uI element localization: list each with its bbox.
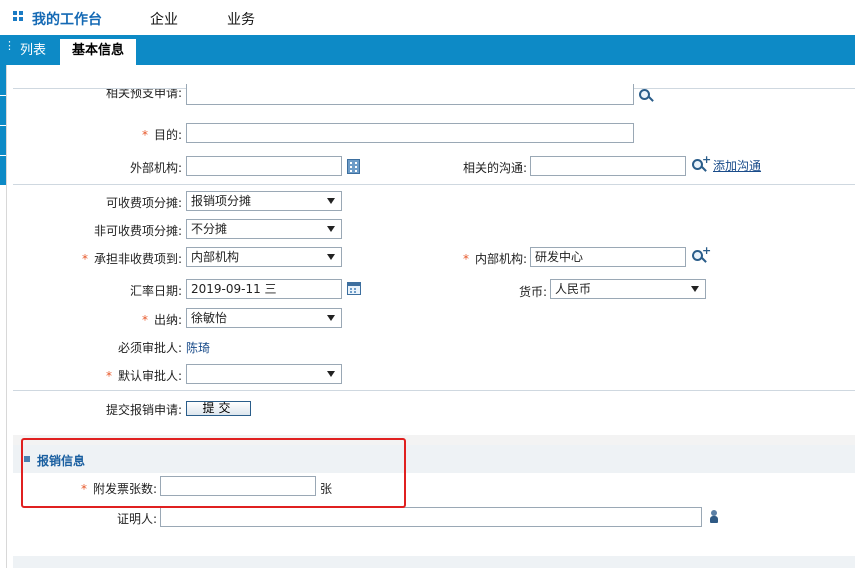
witness-label: 证明人: (116, 512, 157, 526)
chevron-down-icon (327, 315, 335, 321)
chevron-down-icon (327, 226, 335, 232)
default-approver-label: * 默认审批人: (105, 369, 182, 383)
chevron-down-icon (327, 371, 335, 377)
person-icon[interactable] (710, 510, 718, 524)
tab-list[interactable]: 列表 (8, 39, 58, 65)
chargeable-split-select[interactable]: 报销项分摊 (186, 191, 342, 211)
divider (6, 65, 7, 568)
tab-basic-info[interactable]: 基本信息 (60, 39, 137, 65)
external-org-input[interactable] (186, 156, 342, 176)
budget-request-label: 相关预支申请: (105, 89, 182, 99)
bear-nonchargeable-select[interactable]: 内部机构 (186, 247, 342, 267)
menu-enterprise[interactable]: 企业 (150, 9, 178, 29)
cashier-select[interactable]: 徐敏怡 (186, 308, 342, 328)
internal-org-label: * 内部机构: (462, 252, 527, 266)
required-approver-label: 必须审批人: (117, 341, 182, 355)
search-icon[interactable] (638, 88, 656, 104)
highlight-box (21, 438, 406, 508)
external-org-label: 外部机构: (129, 161, 182, 175)
building-icon[interactable] (347, 159, 360, 174)
submit-label: 提交报销申请: (105, 403, 182, 417)
grid-icon (13, 11, 23, 21)
nonchargeable-split-label: 非可收费项分摊: (93, 224, 182, 238)
divider (13, 184, 855, 185)
search-add-icon[interactable]: + (691, 153, 711, 174)
bear-nonchargeable-label: * 承担非收费项到: (81, 252, 182, 266)
chargeable-split-label: 可收费项分摊: (105, 196, 182, 210)
calendar-icon[interactable] (347, 282, 361, 295)
required-approver-value[interactable]: 陈琦 (186, 339, 210, 356)
cashier-label: * 出纳: (141, 313, 182, 327)
currency-label: 货币: (518, 285, 547, 299)
menu-my-workbench[interactable]: 我的工作台 (32, 9, 102, 29)
witness-input[interactable] (160, 507, 702, 527)
related-comm-input[interactable] (530, 156, 686, 176)
chevron-down-icon (327, 198, 335, 204)
divider (13, 390, 855, 391)
footer-band (13, 556, 855, 568)
budget-request-input[interactable] (186, 84, 634, 105)
rate-date-input[interactable]: 2019-09-11 三 (186, 279, 342, 299)
rate-date-label: 汇率日期: (129, 284, 182, 298)
top-menu-bar: 我的工作台 企业 业务 (0, 0, 855, 35)
purpose-input[interactable] (186, 123, 634, 143)
purpose-label: * 目的: (141, 128, 182, 142)
currency-select[interactable]: 人民币 (550, 279, 706, 299)
search-add-icon[interactable]: + (691, 244, 711, 265)
menu-business[interactable]: 业务 (227, 9, 255, 29)
nonchargeable-split-select[interactable]: 不分摊 (186, 219, 342, 239)
internal-org-input[interactable]: 研发中心 (530, 247, 686, 267)
chevron-down-icon (691, 286, 699, 292)
chevron-down-icon (327, 254, 335, 260)
related-comm-label: 相关的沟通: (462, 161, 527, 175)
submit-button[interactable]: 提交 (186, 401, 251, 416)
add-communication-link[interactable]: 添加沟通 (713, 157, 761, 174)
default-approver-select[interactable] (186, 364, 342, 384)
tab-strip: ⋮ 列表 基本信息 (0, 35, 855, 65)
